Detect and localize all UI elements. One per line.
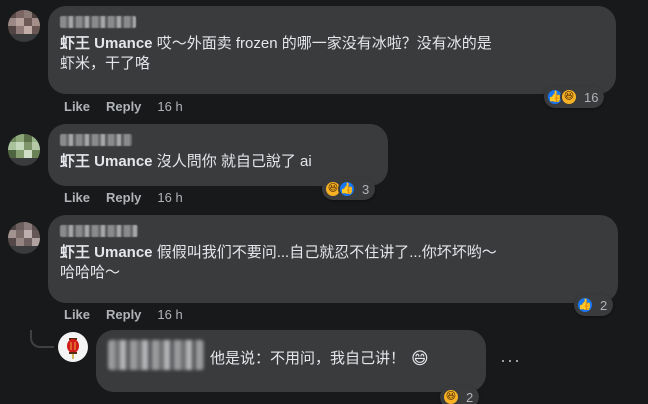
comment-text: 虾王 Umance 假假叫我们不要问...自己就忍不住讲了...你坏坏哟～ [60, 243, 606, 263]
reaction-count: 2 [600, 297, 608, 313]
comment-bubble: 虾王 Umance 哎～外面卖 frozen 的哪一家没有冰啦？没有冰的是 虾米… [48, 6, 616, 94]
like-button[interactable]: Like [64, 307, 90, 322]
grin-emoji-icon: 😄 [411, 349, 429, 368]
comment-actions: Like Reply 16 h [64, 190, 183, 205]
like-button[interactable]: Like [64, 190, 90, 205]
reaction-count: 2 [466, 389, 474, 404]
reply-avatar[interactable] [58, 332, 88, 362]
reply-author-redacted[interactable] [108, 340, 204, 370]
reply-content: 他是说：不用问，我自己讲！ 😄 [108, 340, 474, 370]
commenter-avatar[interactable] [8, 134, 40, 166]
comment-actions: Like Reply 16 h [64, 99, 183, 114]
thread-connector [30, 330, 54, 348]
comment-bubble: 虾王 Umance 沒人問你 就自己說了 ai [48, 124, 388, 186]
mention-tag[interactable]: 虾王 Umance [60, 153, 153, 170]
reaction-summary[interactable]: 😆 👍 3 [322, 178, 376, 200]
reply-text: 他是说：不用问，我自己讲！ [210, 350, 406, 367]
timestamp[interactable]: 16 h [157, 99, 182, 114]
author-name-redacted[interactable] [60, 134, 132, 146]
comment-body: 沒人問你 就自己說了 ai [152, 153, 312, 170]
reaction-summary[interactable]: 👍 2 [574, 294, 614, 316]
haha-icon: 😆 [442, 388, 460, 404]
like-button[interactable]: Like [64, 99, 90, 114]
comment-actions: Like Reply 16 h [64, 307, 183, 322]
reply-button[interactable]: Reply [106, 307, 141, 322]
comment-bubble: 虾王 Umance 假假叫我们不要问...自己就忍不住讲了...你坏坏哟～ 哈哈… [48, 215, 618, 303]
commenter-avatar[interactable] [8, 222, 40, 254]
lantern-icon [67, 338, 79, 359]
reply-button[interactable]: Reply [106, 190, 141, 205]
timestamp[interactable]: 16 h [157, 307, 182, 322]
like-icon: 👍 [576, 296, 594, 314]
reaction-summary[interactable]: 👍 😆 16 [544, 86, 605, 108]
mention-tag[interactable]: 虾王 Umance [60, 35, 153, 52]
reaction-count: 16 [584, 89, 599, 105]
more-options-icon[interactable]: ··· [500, 350, 521, 371]
author-name-redacted[interactable] [60, 16, 136, 28]
comment-body: 哎～外面卖 frozen 的哪一家没有冰啦？没有冰的是 [152, 35, 492, 52]
commenter-avatar[interactable] [8, 10, 40, 42]
mention-tag[interactable]: 虾王 Umance [60, 244, 153, 261]
like-icon: 👍 [338, 180, 356, 198]
comment-text-line2: 哈哈哈～ [60, 264, 121, 281]
comment-text: 虾王 Umance 沒人問你 就自己說了 ai [60, 152, 376, 172]
author-name-redacted[interactable] [60, 225, 138, 237]
comment-text: 虾王 Umance 哎～外面卖 frozen 的哪一家没有冰啦？没有冰的是 [60, 34, 604, 54]
haha-icon: 😆 [560, 88, 578, 106]
reply-button[interactable]: Reply [106, 99, 141, 114]
reaction-count: 3 [362, 181, 370, 197]
timestamp[interactable]: 16 h [157, 190, 182, 205]
reply-bubble: 他是说：不用问，我自己讲！ 😄 [96, 330, 486, 392]
comment-text-line2: 虾米，干了咯 [60, 55, 151, 72]
comment-body: 假假叫我们不要问...自己就忍不住讲了...你坏坏哟～ [152, 244, 497, 261]
reaction-summary[interactable]: 😆 2 [440, 386, 480, 404]
